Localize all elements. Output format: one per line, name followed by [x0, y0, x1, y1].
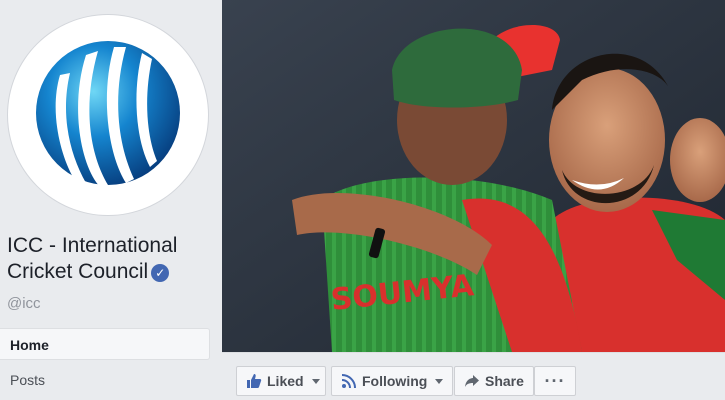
chevron-down-icon: [311, 378, 320, 384]
page-title-line1: ICC - International: [7, 234, 178, 257]
cover-image: SOUMYA: [222, 0, 725, 352]
cover-photo[interactable]: SOUMYA: [222, 0, 725, 352]
nav-item-home[interactable]: Home: [0, 328, 210, 360]
page-action-bar: Liked Following Share ···: [222, 352, 725, 400]
page-title-line2: Cricket Council: [7, 260, 149, 283]
rss-feed-icon: [341, 374, 356, 389]
following-label: Following: [362, 373, 428, 389]
profile-picture[interactable]: ®: [8, 15, 208, 215]
share-button[interactable]: Share: [454, 366, 534, 396]
share-arrow-icon: [465, 375, 479, 387]
more-dots-icon: ···: [544, 371, 566, 391]
liked-button[interactable]: Liked: [236, 366, 326, 396]
liked-label: Liked: [267, 373, 304, 389]
page-sidebar: ® ICC - International Cricket Council ✓ @…: [0, 0, 222, 400]
registered-mark: ®: [168, 193, 181, 208]
page-nav: Home Posts: [0, 328, 210, 396]
more-options-button[interactable]: ···: [534, 366, 576, 396]
thumbs-up-icon: [247, 374, 262, 388]
nav-item-posts[interactable]: Posts: [0, 364, 210, 396]
verified-badge-icon: ✓: [151, 264, 170, 282]
icc-logo-icon: ®: [36, 41, 181, 208]
following-button[interactable]: Following: [331, 366, 453, 396]
chevron-down-icon: [435, 378, 444, 384]
page-title: ICC - International Cricket Council ✓: [7, 233, 217, 285]
page-handle[interactable]: @icc: [7, 295, 41, 312]
share-label: Share: [485, 373, 524, 389]
